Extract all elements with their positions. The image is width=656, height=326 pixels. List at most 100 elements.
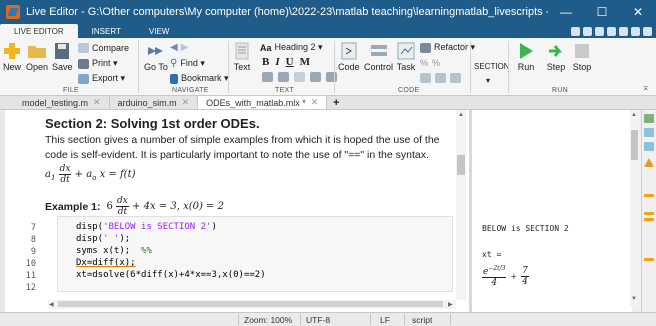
outdent-icon[interactable] bbox=[435, 73, 446, 83]
compare-label: Compare bbox=[92, 43, 130, 53]
general-ode-equation[interactable]: a1 dx dt + ao x = f(t) bbox=[45, 164, 136, 185]
italic-button[interactable]: I bbox=[275, 56, 279, 68]
indent-icon[interactable] bbox=[420, 73, 431, 83]
output-vertical-scrollbar[interactable]: ▲ ▼ bbox=[630, 110, 639, 306]
smart-indent-icon[interactable] bbox=[450, 73, 461, 83]
code-line[interactable]: syms x(t); %% bbox=[76, 246, 152, 256]
zoom-level[interactable]: Zoom: 100% bbox=[244, 315, 292, 325]
align-right-icon[interactable] bbox=[326, 72, 337, 82]
code-line[interactable]: Dx=diff(x); bbox=[76, 258, 136, 268]
heading-style-dropdown[interactable]: Aa Heading 2 ▾ bbox=[260, 42, 323, 53]
goto-label: Go To bbox=[144, 62, 168, 72]
minimize-button[interactable]: — bbox=[548, 0, 584, 24]
save-label: Save bbox=[52, 62, 73, 72]
run-play-icon bbox=[516, 42, 536, 60]
tab-view[interactable]: VIEW bbox=[135, 24, 183, 38]
new-button[interactable]: New bbox=[2, 42, 22, 72]
doc-tab[interactable]: model_testing.m ✕ bbox=[14, 96, 110, 109]
encoding[interactable]: UTF-8 bbox=[306, 315, 330, 325]
underline-button[interactable]: U bbox=[286, 56, 294, 68]
close-button[interactable]: ✕ bbox=[620, 0, 656, 24]
save-button[interactable]: Save bbox=[52, 42, 73, 72]
run-button[interactable]: Run bbox=[516, 42, 536, 72]
goto-button[interactable]: Go To bbox=[144, 42, 168, 72]
qat-undo-icon[interactable] bbox=[619, 26, 628, 36]
code-line[interactable]: disp('BELOW is SECTION 2') bbox=[76, 222, 217, 232]
scroll-up-arrow-icon[interactable]: ▲ bbox=[458, 112, 464, 118]
hide-code-icon[interactable] bbox=[644, 142, 654, 151]
section-chevron-icon[interactable]: ▾ bbox=[486, 76, 490, 85]
code-line[interactable]: disp(' '); bbox=[76, 234, 130, 244]
print-button[interactable]: Print ▾ bbox=[78, 58, 118, 69]
qat-save-icon[interactable] bbox=[571, 26, 580, 36]
bold-button[interactable]: B bbox=[262, 56, 269, 68]
step-button[interactable]: Step bbox=[546, 42, 566, 72]
text-button[interactable]: Text bbox=[232, 42, 252, 72]
open-button[interactable]: Open bbox=[26, 42, 48, 72]
stop-button[interactable]: Stop bbox=[572, 42, 592, 72]
close-tab-icon[interactable]: ✕ bbox=[93, 97, 101, 108]
section-body-text[interactable]: This section gives a number of simple ex… bbox=[45, 133, 455, 163]
result-num2: 7 bbox=[521, 265, 529, 277]
doc-tab[interactable]: arduino_sim.m ✕ bbox=[110, 96, 199, 109]
numbered-list-icon[interactable] bbox=[278, 72, 289, 82]
section-heading[interactable]: Section 2: Solving 1st order ODEs. bbox=[45, 116, 260, 131]
output-right-icon[interactable] bbox=[644, 128, 654, 137]
scroll-thumb[interactable] bbox=[58, 301, 443, 307]
add-tab-button[interactable]: + bbox=[327, 96, 345, 109]
align-center-icon[interactable] bbox=[310, 72, 321, 82]
code-line[interactable]: xt=dsolve(6*diff(x)+4*x==3,x(0)==2) bbox=[76, 270, 266, 280]
align-left-icon[interactable] bbox=[294, 72, 305, 82]
print-label: Print ▾ bbox=[92, 58, 118, 68]
comment-icon[interactable]: % bbox=[420, 58, 428, 68]
qat-help-icon[interactable] bbox=[643, 26, 652, 36]
tab-live-editor[interactable]: LIVE EDITOR bbox=[0, 24, 78, 38]
compare-button[interactable]: Compare bbox=[78, 43, 129, 53]
forward-arrow-icon[interactable]: ▶ bbox=[181, 42, 189, 53]
find-button[interactable]: ⚲ Find ▾ bbox=[170, 58, 205, 69]
maximize-button[interactable]: ☐ bbox=[584, 0, 620, 24]
qat-redo-icon[interactable] bbox=[631, 26, 640, 36]
tab-insert[interactable]: INSERT bbox=[78, 24, 135, 38]
line-ending[interactable]: LF bbox=[380, 315, 390, 325]
code-block[interactable]: 7 disp('BELOW is SECTION 2') 8 disp(' ')… bbox=[26, 216, 453, 293]
warning-marker[interactable] bbox=[644, 194, 654, 197]
uncomment-icon[interactable]: % bbox=[432, 58, 440, 68]
section-button[interactable]: SECTION bbox=[474, 62, 510, 71]
editor-vertical-scrollbar[interactable]: ▲ bbox=[456, 110, 466, 300]
output-pane[interactable]: BELOW is SECTION 2 xt = e−2t/3 4 + 7 4 bbox=[472, 110, 632, 312]
scroll-right-arrow-icon[interactable]: ▶ bbox=[448, 301, 453, 308]
bullet-list-icon[interactable] bbox=[262, 72, 273, 82]
close-tab-icon[interactable]: ✕ bbox=[311, 97, 319, 108]
qat-copy-icon[interactable] bbox=[595, 26, 604, 36]
warning-marker[interactable] bbox=[644, 258, 654, 261]
back-arrow-icon[interactable]: ◀ bbox=[170, 42, 178, 53]
qat-cut-icon[interactable] bbox=[583, 26, 592, 36]
close-tab-icon[interactable]: ✕ bbox=[182, 97, 190, 108]
collapse-ribbon-icon[interactable]: ⌅ bbox=[642, 82, 650, 93]
warning-icon[interactable] bbox=[644, 158, 654, 167]
doc-tab-active[interactable]: ODEs_with_matlab.mlx * ✕ bbox=[198, 96, 328, 109]
export-button[interactable]: Export ▾ bbox=[78, 73, 125, 84]
back-forward-arrows[interactable]: ◀ ▶ bbox=[170, 42, 188, 53]
scroll-left-arrow-icon[interactable]: ◀ bbox=[49, 301, 54, 308]
example-1[interactable]: Example 1: 6 dx dt + 4x = 3, x(0) = 2 bbox=[45, 196, 224, 217]
live-editor-pane[interactable]: Section 2: Solving 1st order ODEs. This … bbox=[5, 110, 469, 312]
code-button[interactable]: Code bbox=[338, 42, 360, 72]
task-button[interactable]: Task bbox=[396, 42, 416, 72]
ribbon-tab-strip: LIVE EDITOR INSERT VIEW bbox=[0, 24, 656, 38]
scroll-thumb[interactable] bbox=[457, 155, 465, 175]
warning-marker[interactable] bbox=[644, 218, 654, 221]
warning-marker[interactable] bbox=[644, 212, 654, 215]
scroll-up-arrow-icon[interactable]: ▲ bbox=[631, 112, 637, 118]
scroll-thumb[interactable] bbox=[631, 130, 638, 160]
editor-horizontal-scrollbar[interactable]: ◀ ▶ bbox=[48, 300, 456, 309]
bookmark-button[interactable]: Bookmark ▾ bbox=[170, 73, 229, 84]
monospace-button[interactable]: M bbox=[300, 56, 310, 68]
qat-paste-icon[interactable] bbox=[607, 26, 616, 36]
control-button[interactable]: Control bbox=[364, 42, 393, 72]
code-text: xt=dsolve(6*diff(x)+4*x==3,x(0)==2) bbox=[76, 270, 266, 280]
scroll-down-arrow-icon[interactable]: ▼ bbox=[631, 296, 637, 302]
refactor-dropdown[interactable]: Refactor ▾ bbox=[420, 42, 475, 53]
output-inline-icon[interactable] bbox=[644, 114, 654, 123]
